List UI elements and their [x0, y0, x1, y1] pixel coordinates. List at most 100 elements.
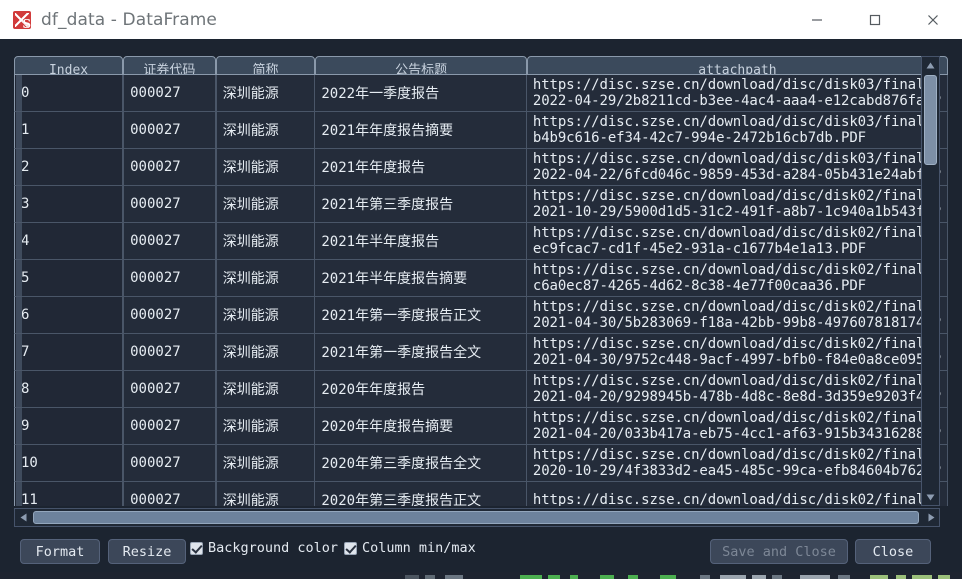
cell-path[interactable]: https://disc.szse.cn/download/disc/disk0… [526, 408, 948, 445]
table-row[interactable]: 2 000027 深圳能源 2021年年度报告 https://disc.szse.cn… [14, 149, 948, 186]
cell-path[interactable]: https://disc.szse.cn/download/disc/disk0… [526, 112, 948, 149]
cell-short[interactable]: 深圳能源 [215, 223, 316, 260]
column-header-row[interactable]: Index 证券代码 简称 公告标题 attachpath [14, 56, 948, 75]
cell-path[interactable]: https://disc.szse.cn/download/disc/disk0… [526, 149, 948, 186]
cell-short[interactable]: 深圳能源 [215, 371, 316, 408]
cell-short[interactable]: 深圳能源 [215, 408, 316, 445]
close-button[interactable]: Close [855, 539, 931, 564]
cell-code[interactable]: 000027 [123, 482, 216, 506]
dataframe-table[interactable]: Index 证券代码 简称 公告标题 attachpath 0 000027 深圳能源 202… [14, 56, 948, 506]
save-and-close-button[interactable]: Save and Close [710, 539, 848, 564]
background-color-checkbox[interactable]: Background color [190, 540, 338, 556]
cell-code[interactable]: 000027 [123, 186, 216, 223]
table-row[interactable]: 9 000027 深圳能源 2020年年度报告摘要 https://disc.szse.… [14, 408, 948, 445]
horizontal-scrollbar-thumb[interactable] [33, 511, 919, 524]
column-header-index[interactable]: Index [14, 56, 124, 75]
window-title: df_data - DataFrame [41, 9, 217, 30]
table-row[interactable]: 11 000027 深圳能源 2020年第三季度报告正文 https://disc.sz… [14, 482, 948, 506]
close-icon[interactable] [904, 0, 962, 39]
table-row[interactable]: 4 000027 深圳能源 2021年半年度报告 https://disc.szse.c… [14, 223, 948, 260]
dataframe-grid[interactable]: Index 证券代码 简称 公告标题 attachpath 0 000027 深圳能源 202… [14, 56, 948, 506]
cell-title[interactable]: 2022年一季度报告 [315, 75, 527, 112]
cell-index[interactable]: 11 [14, 482, 124, 506]
cell-code[interactable]: 000027 [123, 334, 216, 371]
cell-title[interactable]: 2020年年度报告 [315, 371, 527, 408]
cell-index[interactable]: 6 [14, 297, 124, 334]
cell-short[interactable]: 深圳能源 [215, 334, 316, 371]
column-header-path[interactable]: attachpath [526, 56, 948, 75]
column-header-code[interactable]: 证券代码 [123, 56, 216, 75]
chevron-up-icon[interactable] [922, 57, 939, 73]
cell-title[interactable]: 2020年年度报告摘要 [315, 408, 527, 445]
chevron-down-icon[interactable] [922, 489, 939, 505]
table-row[interactable]: 5 000027 深圳能源 2021年半年度报告摘要 https://disc.szse… [14, 260, 948, 297]
column-header-short[interactable]: 简称 [215, 56, 316, 75]
cell-path[interactable]: https://disc.szse.cn/download/disc/disk0… [526, 186, 948, 223]
chevron-right-icon[interactable] [923, 509, 939, 526]
cell-code[interactable]: 000027 [123, 75, 216, 112]
cell-title[interactable]: 2021年年度报告摘要 [315, 112, 527, 149]
cell-path[interactable]: https://disc.szse.cn/download/disc/disk0… [526, 445, 948, 482]
cell-title[interactable]: 2020年第三季度报告正文 [315, 482, 527, 506]
resize-button[interactable]: Resize [108, 539, 186, 564]
cell-code[interactable]: 000027 [123, 371, 216, 408]
cell-code[interactable]: 000027 [123, 408, 216, 445]
cell-code[interactable]: 000027 [123, 112, 216, 149]
cell-code[interactable]: 000027 [123, 260, 216, 297]
format-button[interactable]: Format [20, 539, 100, 564]
table-row[interactable]: 6 000027 深圳能源 2021年第一季度报告正文 https://disc.szs… [14, 297, 948, 334]
table-row[interactable]: 7 000027 深圳能源 2021年第一季度报告全文 https://disc.szs… [14, 334, 948, 371]
cell-index[interactable]: 7 [14, 334, 124, 371]
cell-title[interactable]: 2021年半年度报告 [315, 223, 527, 260]
minimize-icon[interactable] [788, 0, 846, 39]
cell-index[interactable]: 1 [14, 112, 124, 149]
table-row[interactable]: 10 000027 深圳能源 2020年第三季度报告全文 https://disc.sz… [14, 445, 948, 482]
cell-title[interactable]: 2021年年度报告 [315, 149, 527, 186]
cell-index[interactable]: 4 [14, 223, 124, 260]
cell-path[interactable]: https://disc.szse.cn/download/disc/disk0… [526, 297, 948, 334]
cell-path[interactable]: https://disc.szse.cn/download/disc/disk0… [526, 334, 948, 371]
cell-index[interactable]: 2 [14, 149, 124, 186]
cell-path[interactable]: https://disc.szse.cn/download/disc/disk0… [526, 223, 948, 260]
table-row[interactable]: 0 000027 深圳能源 2022年一季度报告 https://disc.szse.c… [14, 75, 948, 112]
vertical-scrollbar-thumb[interactable] [924, 75, 937, 165]
cell-title[interactable]: 2020年第三季度报告全文 [315, 445, 527, 482]
table-row[interactable]: 3 000027 深圳能源 2021年第三季度报告 https://disc.szse.… [14, 186, 948, 223]
cell-title[interactable]: 2021年半年度报告摘要 [315, 260, 527, 297]
cell-short[interactable]: 深圳能源 [215, 186, 316, 223]
cell-code[interactable]: 000027 [123, 445, 216, 482]
cell-index[interactable]: 10 [14, 445, 124, 482]
cell-index[interactable]: 0 [14, 75, 124, 112]
cell-code[interactable]: 000027 [123, 149, 216, 186]
maximize-icon[interactable] [846, 0, 904, 39]
cell-short[interactable]: 深圳能源 [215, 260, 316, 297]
cell-path[interactable]: https://disc.szse.cn/download/disc/disk0… [526, 482, 948, 506]
table-row[interactable]: 1 000027 深圳能源 2021年年度报告摘要 https://disc.szse.… [14, 112, 948, 149]
cell-title[interactable]: 2021年第一季度报告全文 [315, 334, 527, 371]
cell-path[interactable]: https://disc.szse.cn/download/disc/disk0… [526, 371, 948, 408]
table-row[interactable]: 8 000027 深圳能源 2020年年度报告 https://disc.szse.cn… [14, 371, 948, 408]
cell-path[interactable]: https://disc.szse.cn/download/disc/disk0… [526, 75, 948, 112]
cell-short[interactable]: 深圳能源 [215, 482, 316, 506]
cell-short[interactable]: 深圳能源 [215, 112, 316, 149]
cell-path[interactable]: https://disc.szse.cn/download/disc/disk0… [526, 260, 948, 297]
cell-short[interactable]: 深圳能源 [215, 149, 316, 186]
cell-short[interactable]: 深圳能源 [215, 75, 316, 112]
column-header-title[interactable]: 公告标题 [315, 56, 527, 75]
cell-index[interactable]: 5 [14, 260, 124, 297]
column-minmax-checkbox[interactable]: Column min/max [344, 540, 476, 556]
cell-title[interactable]: 2021年第一季度报告正文 [315, 297, 527, 334]
cell-title[interactable]: 2021年第三季度报告 [315, 186, 527, 223]
horizontal-scrollbar[interactable] [14, 508, 940, 527]
cell-code[interactable]: 000027 [123, 223, 216, 260]
chevron-left-icon[interactable] [15, 509, 31, 526]
cell-short[interactable]: 深圳能源 [215, 297, 316, 334]
cell-path-line2: 2021-04-30/9752c448-9acf-4997-bfb0-f84e0… [532, 352, 941, 368]
vertical-scrollbar[interactable] [921, 56, 940, 506]
cell-index[interactable]: 3 [14, 186, 124, 223]
cell-index[interactable]: 8 [14, 371, 124, 408]
cell-code[interactable]: 000027 [123, 297, 216, 334]
cell-short[interactable]: 深圳能源 [215, 445, 316, 482]
cell-text: 0 [21, 85, 30, 101]
cell-index[interactable]: 9 [14, 408, 124, 445]
